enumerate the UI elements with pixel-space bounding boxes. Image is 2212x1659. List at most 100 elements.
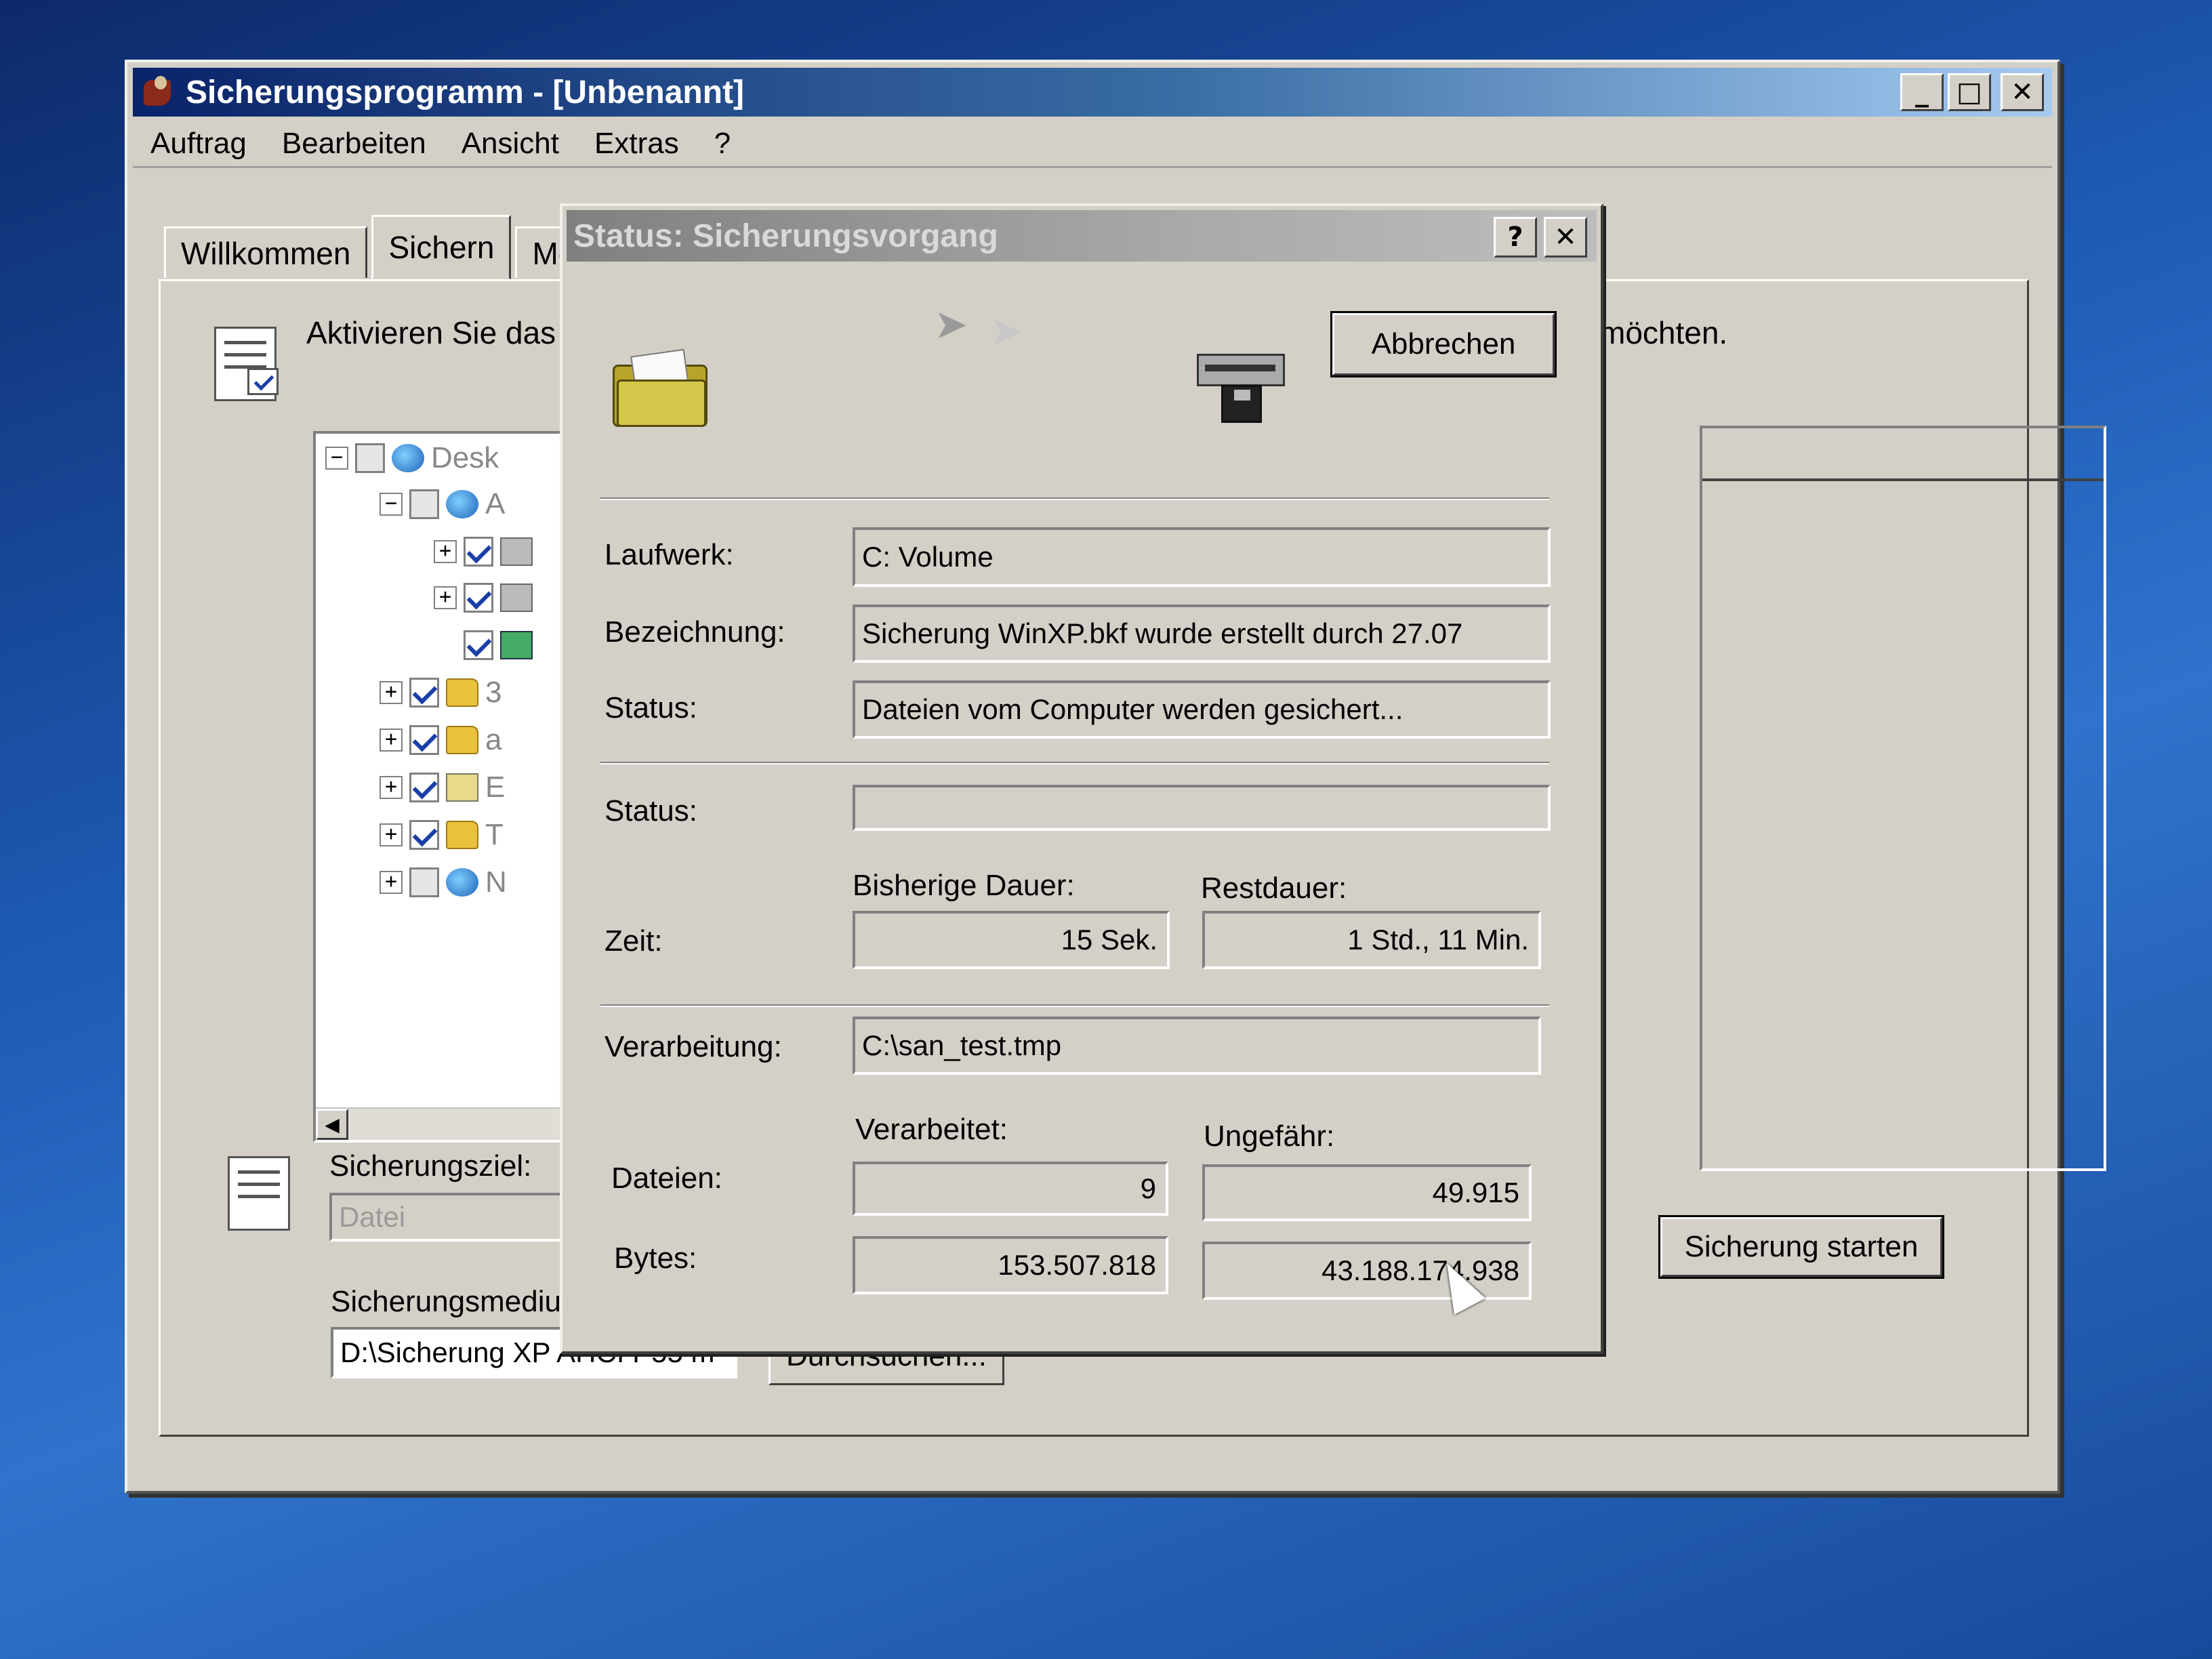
tree-item[interactable]: + T — [380, 816, 504, 854]
description-field: Sicherung WinXP.bkf wurde erstellt durch… — [853, 605, 1551, 663]
drive-icon — [500, 583, 533, 612]
scroll-left-icon[interactable]: ◀ — [316, 1109, 348, 1140]
window-titlebar[interactable]: Sicherungsprogramm - [Unbenannt] _ □ ✕ — [133, 68, 2052, 117]
system-state-icon — [500, 631, 533, 659]
label-bezeichnung: Bezeichnung: — [605, 615, 785, 649]
drive-label: Laufwerk: — [605, 538, 734, 571]
tree-checkbox[interactable] — [409, 773, 439, 802]
processing-label: Verarbeitung: — [605, 1030, 782, 1063]
expand-icon[interactable]: + — [434, 586, 457, 609]
menu-bearbeiten[interactable]: Bearbeiten — [264, 127, 444, 161]
collapse-icon[interactable]: − — [380, 493, 403, 516]
tree-item-label: N — [485, 865, 507, 899]
tree-checkbox[interactable] — [464, 630, 493, 660]
backup-app-icon — [141, 75, 176, 110]
dialog-titlebar[interactable]: Status: Sicherungsvorgang ? ✕ — [567, 210, 1597, 262]
flying-paper-icon: ➤ — [934, 301, 968, 348]
tree-checkbox[interactable] — [355, 443, 385, 473]
tree-item-label: T — [485, 818, 504, 851]
expand-icon[interactable]: + — [380, 729, 403, 752]
folder-icon — [446, 821, 478, 849]
dialog-title: Status: Sicherungsvorgang — [573, 218, 998, 254]
file-list-header — [1702, 428, 2104, 481]
drive-field: C: Volume — [853, 527, 1551, 587]
window-title: Sicherungsprogramm - [Unbenannt] — [186, 74, 745, 110]
divider — [600, 762, 1549, 764]
expand-icon[interactable]: + — [380, 776, 403, 799]
backup-document-icon — [214, 327, 279, 401]
approximate-label: Ungefähr: — [1204, 1120, 1335, 1153]
tree-item-label: E — [485, 771, 506, 804]
expand-icon[interactable]: + — [380, 871, 403, 894]
tree-checkbox[interactable] — [409, 489, 439, 519]
menu-help[interactable]: ? — [697, 127, 748, 161]
tree-item[interactable]: + — [434, 579, 539, 617]
status-field: Dateien vom Computer werden gesichert... — [853, 680, 1551, 739]
processing-field: C:\san_test.tmp — [853, 1017, 1541, 1075]
maximize-button[interactable]: □ — [1948, 73, 1991, 111]
files-processed-field: 9 — [853, 1162, 1168, 1216]
divider — [600, 497, 1549, 500]
files-approx-field: 49.915 — [1202, 1164, 1532, 1221]
backup-target-icon — [228, 1156, 290, 1231]
flying-paper-icon: ➤ — [989, 308, 1024, 355]
file-list-pane[interactable] — [1700, 426, 2106, 1171]
tree-checkbox[interactable] — [409, 820, 439, 850]
expand-icon[interactable]: + — [380, 681, 403, 704]
status-label: Status: — [605, 691, 697, 724]
close-button[interactable]: ✕ — [2001, 73, 2044, 111]
menu-ansicht[interactable]: Ansicht — [444, 127, 577, 161]
help-button[interactable]: ? — [1494, 217, 1537, 258]
bytes-processed-field: 153.507.818 — [853, 1236, 1168, 1294]
menubar: Auftrag Bearbeiten Ansicht Extras ? — [133, 121, 2052, 168]
tree-item[interactable]: + — [434, 533, 539, 571]
remaining-time-label: Restdauer: — [1201, 872, 1347, 905]
desktop-icon — [392, 444, 424, 472]
tree-item[interactable]: − Desk — [325, 439, 499, 477]
backup-status-dialog: Status: Sicherungsvorgang ? ✕ ➤ ➤ Abbrec… — [560, 203, 1603, 1354]
tree-checkbox[interactable] — [464, 537, 493, 567]
time-label: Zeit: — [605, 924, 663, 958]
minimize-button[interactable]: _ — [1900, 73, 1944, 111]
tree-item-label: a — [485, 723, 502, 756]
instruction-text-left: Aktivieren Sie das — [306, 315, 556, 350]
cancel-button[interactable]: Abbrechen — [1330, 311, 1557, 377]
expand-icon[interactable]: + — [434, 540, 457, 563]
tree-checkbox[interactable] — [409, 725, 439, 755]
expand-icon[interactable]: + — [380, 823, 403, 846]
tree-item[interactable]: + 3 — [380, 674, 501, 712]
bytes-label: Bytes: — [614, 1242, 697, 1275]
drive-icon — [500, 537, 533, 566]
tree-checkbox[interactable] — [464, 583, 493, 613]
backup-media-label: Sicherungsmedium — [331, 1285, 586, 1318]
documents-icon — [446, 773, 478, 802]
tree-item[interactable]: − A — [380, 485, 505, 523]
remaining-time-field: 1 Std., 11 Min. — [1202, 911, 1541, 969]
tab-willkommen[interactable]: Willkommen — [164, 226, 368, 278]
menu-extras[interactable]: Extras — [577, 127, 697, 161]
tree-item[interactable]: + N — [380, 863, 507, 901]
elapsed-time-label: Bisherige Dauer: — [853, 869, 1075, 902]
network-icon — [446, 868, 478, 897]
tree-item[interactable]: + a — [380, 721, 501, 759]
tab-sichern[interactable]: Sichern — [371, 215, 512, 280]
processed-label: Verarbeitet: — [855, 1113, 1008, 1146]
backup-target-label: Sicherungsziel: — [329, 1149, 532, 1183]
tree-item[interactable] — [464, 626, 539, 664]
folder-icon — [446, 678, 478, 707]
tree-checkbox[interactable] — [409, 678, 439, 708]
backup-drive-icon — [1197, 347, 1285, 423]
tree-item-label: A — [485, 487, 506, 520]
tab-strip: Willkommen Sichern Me — [164, 213, 596, 280]
dialog-close-button[interactable]: ✕ — [1544, 217, 1587, 258]
menu-auftrag[interactable]: Auftrag — [133, 127, 264, 161]
collapse-icon[interactable]: − — [325, 447, 348, 470]
start-backup-button[interactable]: Sicherung starten — [1658, 1215, 1944, 1279]
tree-item-label: Desk — [431, 441, 499, 474]
instruction-text-right: möchten. — [1599, 315, 1728, 350]
folder-icon — [446, 726, 478, 754]
progress-bar — [853, 785, 1551, 831]
bytes-approx-field: 43.188.174.938 — [1202, 1242, 1532, 1300]
tree-item[interactable]: + E — [380, 769, 505, 806]
tree-checkbox[interactable] — [409, 867, 439, 897]
